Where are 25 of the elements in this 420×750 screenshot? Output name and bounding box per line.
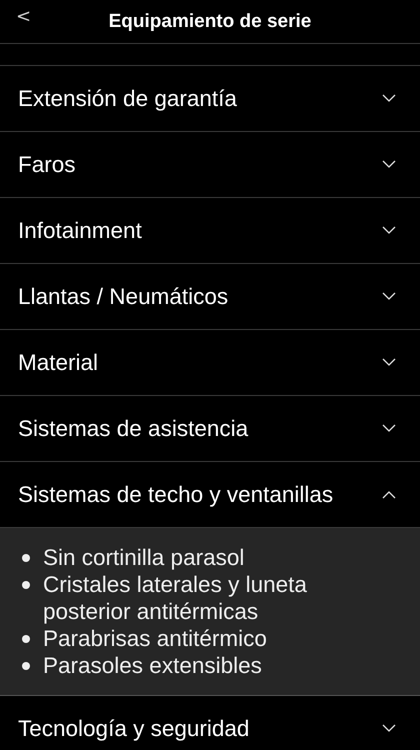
accordion-header[interactable]: Extensión de garantía (0, 66, 420, 132)
section-label: Material (18, 350, 98, 376)
list-item: Sin cortinilla parasol (43, 544, 244, 571)
accordion-header[interactable]: Sistemas de asistencia (0, 396, 420, 462)
accordion-header[interactable]: Tecnología y seguridad (0, 696, 420, 750)
section-label: Sistemas de techo y ventanillas (18, 482, 334, 508)
section-label: Faros (18, 152, 76, 178)
bullet-icon (22, 581, 30, 589)
back-button[interactable]: < (12, 4, 36, 29)
page-title: Equipamiento de serie (108, 10, 312, 32)
bullet-icon (22, 662, 30, 670)
accordion-header[interactable]: Material (0, 330, 420, 396)
section-label: Infotainment (18, 218, 142, 244)
accordion-header[interactable]: Faros (0, 132, 420, 198)
section-label: Tecnología y seguridad (18, 716, 250, 742)
list-item: Parasoles extensibles (43, 652, 262, 679)
section-label: Extensión de garantía (18, 86, 237, 112)
accordion-header[interactable]: Infotainment (0, 198, 420, 264)
list-item: Cristales laterales y luneta posterior antitérmicas (43, 571, 308, 625)
bullet-icon (22, 554, 30, 562)
bullet-icon (22, 635, 30, 643)
section-label: Sistemas de asistencia (18, 416, 248, 442)
accordion-header[interactable]: Llantas / Neumáticos (0, 264, 420, 330)
section-label: Llantas / Neumáticos (18, 284, 228, 310)
list-item: Parabrisas antitérmico (43, 625, 267, 652)
